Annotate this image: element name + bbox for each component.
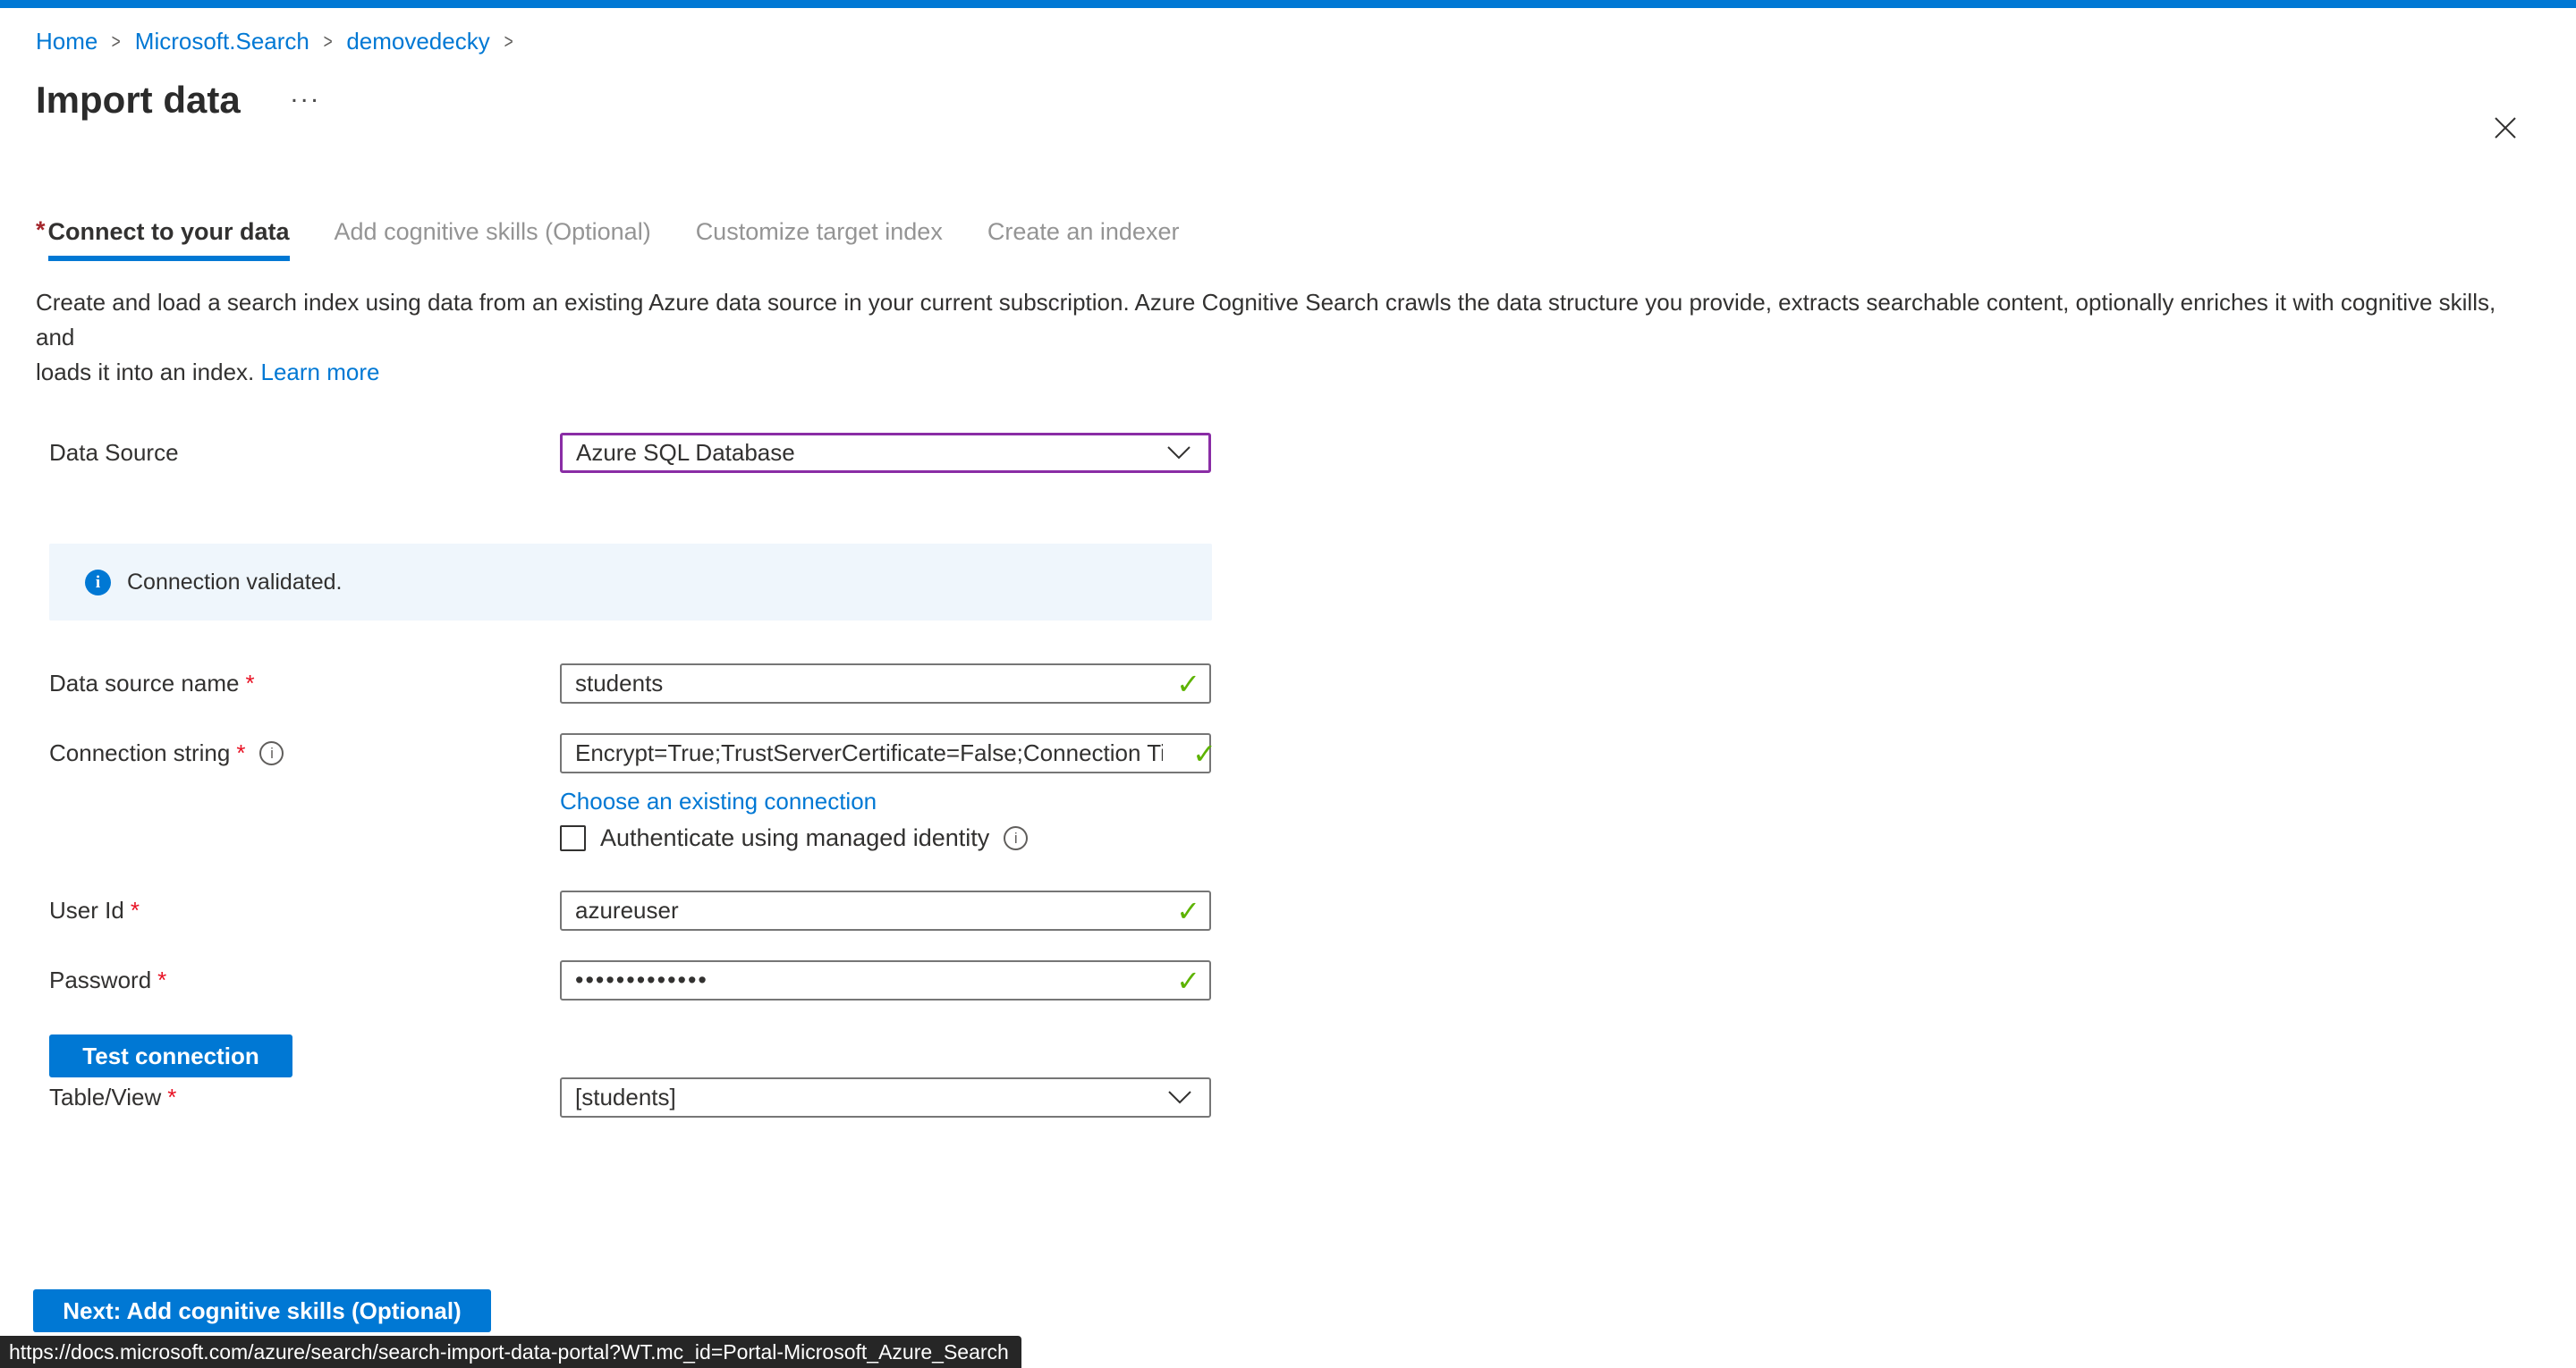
required-marker: * <box>167 1084 176 1111</box>
info-icon: i <box>85 570 111 595</box>
managed-identity-checkbox[interactable] <box>560 825 586 851</box>
tab-create-an-indexer[interactable]: Create an indexer <box>987 218 1180 261</box>
info-tooltip-icon[interactable]: i <box>1004 826 1028 850</box>
close-icon[interactable] <box>2490 113 2521 143</box>
chevron-down-icon <box>1167 446 1191 460</box>
label-text: Table/View <box>49 1084 161 1111</box>
banner-text: Connection validated. <box>127 570 342 595</box>
chevron-down-icon <box>1168 1091 1191 1104</box>
choose-existing-connection-link[interactable]: Choose an existing connection <box>560 788 877 815</box>
tab-label: Add cognitive skills (Optional) <box>335 218 651 261</box>
tab-connect-to-your-data[interactable]: * Connect to your data <box>36 218 290 261</box>
data-source-name-label: Data source name * <box>49 670 560 697</box>
breadcrumb-separator-icon: > <box>324 30 333 54</box>
password-row: Password * ✓ <box>49 960 2536 1001</box>
page-title: Import data <box>36 79 241 122</box>
table-view-row: Table/View * [students] <box>49 1077 2536 1118</box>
breadcrumb-separator-icon: > <box>504 30 513 54</box>
data-source-value: Azure SQL Database <box>576 439 795 467</box>
required-marker: * <box>236 739 245 767</box>
label-text: Password <box>49 967 151 994</box>
required-marker: * <box>157 967 166 994</box>
title-row: Import data ... <box>36 77 2536 123</box>
data-source-name-row: Data source name * ✓ <box>49 663 2536 704</box>
table-view-dropdown[interactable]: [students] <box>560 1077 1211 1118</box>
next-button[interactable]: Next: Add cognitive skills (Optional) <box>33 1289 491 1332</box>
connection-validated-banner: i Connection validated. <box>49 544 1212 621</box>
password-label: Password * <box>49 967 560 994</box>
learn-more-link[interactable]: Learn more <box>261 359 380 385</box>
data-source-row: Data Source Azure SQL Database <box>49 433 2536 473</box>
page-description: Create and load a search index using dat… <box>36 285 2536 390</box>
connection-string-row: Connection string * i ✓ <box>49 733 2536 773</box>
table-view-label: Table/View * <box>49 1084 560 1111</box>
breadcrumb-microsoft-search[interactable]: Microsoft.Search <box>135 28 309 55</box>
tab-customize-target-index[interactable]: Customize target index <box>696 218 943 261</box>
data-source-label: Data Source <box>49 439 560 467</box>
label-text: Data Source <box>49 439 179 467</box>
data-source-dropdown[interactable]: Azure SQL Database <box>560 433 1211 473</box>
tab-label: Connect to your data <box>48 218 290 261</box>
managed-identity-row: Authenticate using managed identity i <box>560 824 2536 852</box>
table-view-value: [students] <box>575 1084 676 1111</box>
user-id-input[interactable] <box>560 891 1211 931</box>
test-connection-button[interactable]: Test connection <box>49 1034 292 1077</box>
close-x-glyph <box>2493 115 2518 140</box>
managed-identity-label: Authenticate using managed identity <box>600 824 989 852</box>
required-marker: * <box>36 218 46 242</box>
breadcrumb: Home > Microsoft.Search > demovedecky > <box>36 28 2536 55</box>
status-url-bar: https://docs.microsoft.com/azure/search/… <box>0 1336 1021 1368</box>
user-id-row: User Id * ✓ <box>49 891 2536 931</box>
required-marker: * <box>131 897 140 925</box>
tab-label: Create an indexer <box>987 218 1180 261</box>
description-line2: loads it into an index. <box>36 359 254 385</box>
description-line1: Create and load a search index using dat… <box>36 289 2496 350</box>
connection-string-input[interactable] <box>560 733 1211 773</box>
more-actions-icon[interactable]: ... <box>291 89 321 98</box>
import-data-blade: Home > Microsoft.Search > demovedecky > … <box>0 28 2576 1118</box>
info-tooltip-icon[interactable]: i <box>259 741 284 765</box>
data-source-name-input[interactable] <box>560 663 1211 704</box>
breadcrumb-demovedecky[interactable]: demovedecky <box>346 28 489 55</box>
label-text: User Id <box>49 897 124 925</box>
connection-string-label: Connection string * i <box>49 739 560 767</box>
label-text: Data source name <box>49 670 239 697</box>
label-text: Connection string <box>49 739 230 767</box>
user-id-label: User Id * <box>49 897 560 925</box>
password-input[interactable] <box>560 960 1211 1001</box>
tab-bar: * Connect to your data Add cognitive ski… <box>36 218 2536 261</box>
tab-label: Customize target index <box>696 218 943 261</box>
required-marker: * <box>245 670 254 697</box>
tab-add-cognitive-skills[interactable]: Add cognitive skills (Optional) <box>335 218 651 261</box>
breadcrumb-separator-icon: > <box>112 30 121 54</box>
breadcrumb-home[interactable]: Home <box>36 28 97 55</box>
top-accent-bar <box>0 0 2576 8</box>
